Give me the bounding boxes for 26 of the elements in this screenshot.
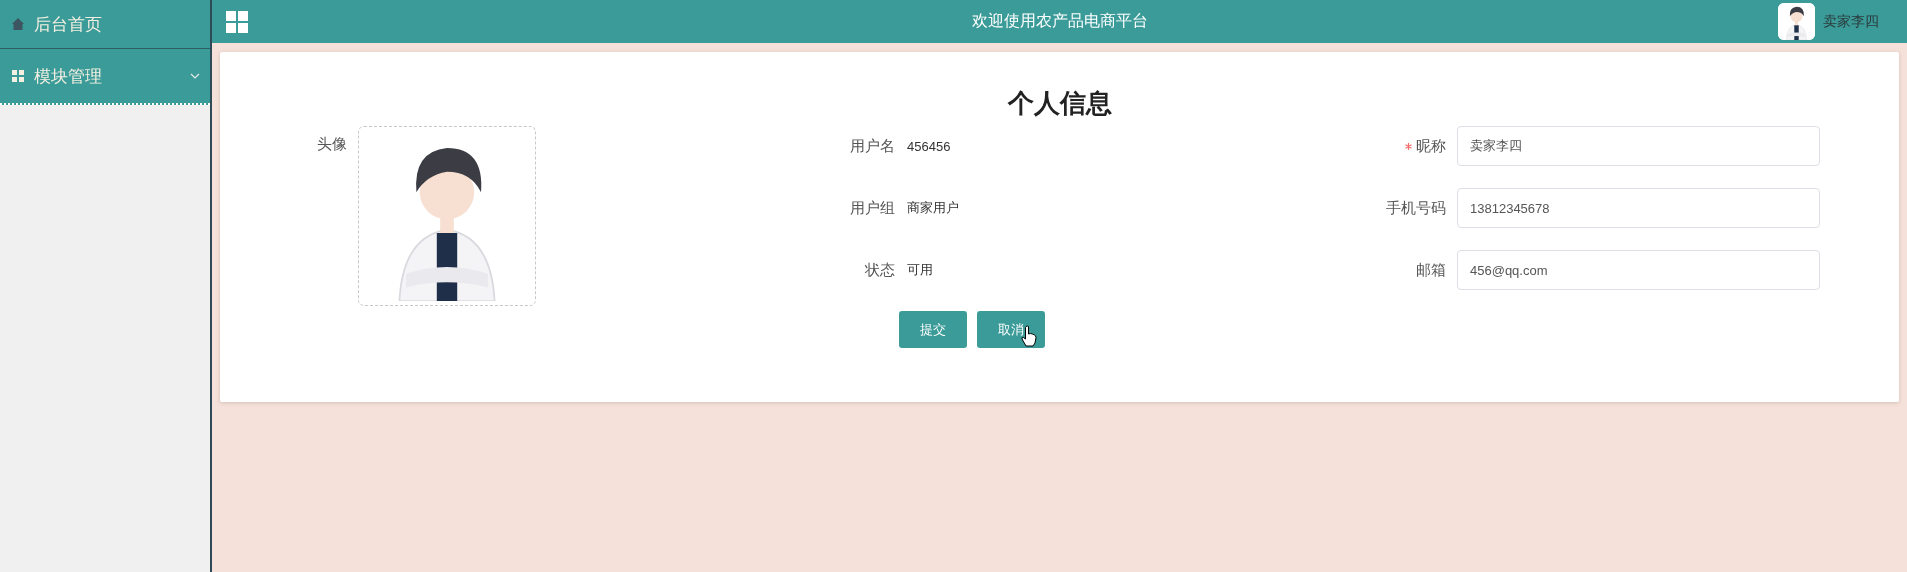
home-icon <box>12 18 24 30</box>
input-field[interactable]: 卖家李四 <box>1457 126 1820 166</box>
sidebar-item[interactable]: 模块管理 <box>0 49 210 105</box>
sidebar-item[interactable]: 后台首页 <box>0 0 210 49</box>
input-field[interactable]: 13812345678 <box>1457 188 1820 228</box>
grid-icon <box>12 70 24 82</box>
field-value: 456456 <box>907 138 951 154</box>
field-label: 用户组 <box>849 198 896 218</box>
form-button[interactable]: 提交 <box>899 311 967 348</box>
chevron-down-icon <box>190 73 200 79</box>
field-label: 手机号码 <box>1386 198 1446 218</box>
page-title: 个人信息 <box>1006 87 1113 120</box>
user-name: 卖家李四 <box>1823 12 1879 31</box>
form-button[interactable]: 取消 <box>977 311 1045 348</box>
field-label: 用户名 <box>849 136 896 156</box>
input-field[interactable]: 456@qq.com <box>1457 250 1820 290</box>
field-value: 可用 <box>907 261 933 279</box>
field-label: 头像 <box>316 135 348 154</box>
field-label: 昵称 <box>1416 136 1446 156</box>
hand-cursor-icon <box>1021 325 1037 347</box>
user-avatar[interactable] <box>1778 3 1815 40</box>
app-title: 欢迎使用农产品电商平台 <box>971 11 1148 31</box>
field-label: 状态 <box>864 260 896 280</box>
menu-icon[interactable] <box>226 10 248 33</box>
field-label: 邮箱 <box>1416 260 1446 280</box>
field-value: 商家用户 <box>907 199 959 217</box>
